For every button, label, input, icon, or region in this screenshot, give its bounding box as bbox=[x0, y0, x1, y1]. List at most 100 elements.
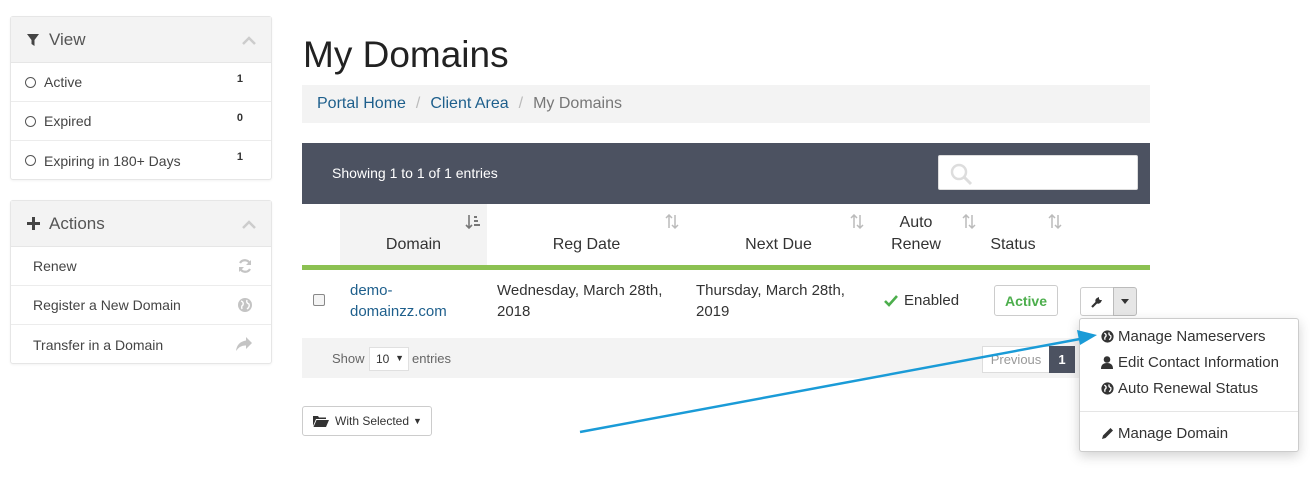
actions-panel-title: Actions bbox=[49, 213, 105, 233]
menu-item-manage-nameservers[interactable]: Manage Nameservers bbox=[1100, 328, 1266, 345]
header-underline bbox=[302, 265, 1150, 270]
next-due-cell: Thursday, March 28th, 2019 bbox=[696, 280, 845, 322]
column-label-line1: Auto bbox=[899, 214, 933, 231]
sort-active-icon bbox=[465, 214, 481, 234]
view-filter-count: 1 bbox=[236, 73, 243, 85]
menu-divider bbox=[1080, 411, 1298, 412]
user-icon bbox=[1100, 356, 1114, 369]
caret-down-icon: ▼ bbox=[395, 353, 404, 363]
search-icon bbox=[949, 162, 975, 191]
column-header-next-due[interactable]: Next Due bbox=[686, 204, 871, 270]
entries-info: Showing 1 to 1 of 1 entries bbox=[332, 165, 498, 181]
next-due-line2: 2019 bbox=[696, 303, 730, 320]
action-label: Register a New Domain bbox=[33, 297, 181, 313]
sort-icon bbox=[961, 213, 977, 234]
reg-date-cell: Wednesday, March 28th, 2018 bbox=[497, 280, 662, 322]
next-due-line1: Thursday, March 28th, bbox=[696, 282, 845, 299]
chevron-up-icon[interactable] bbox=[241, 215, 257, 235]
actions-panel-header[interactable]: Actions bbox=[11, 201, 271, 247]
table-toolbar: Showing 1 to 1 of 1 entries bbox=[302, 143, 1150, 204]
breadcrumb-client-area[interactable]: Client Area bbox=[430, 95, 508, 113]
share-icon bbox=[235, 336, 253, 355]
radio-icon bbox=[25, 155, 36, 166]
view-filter-expiring[interactable]: Expiring in 180+ Days 1 bbox=[11, 141, 271, 180]
page-title: My Domains bbox=[303, 34, 509, 75]
page-length-value: 10 bbox=[376, 352, 390, 366]
view-filter-label: Expired bbox=[44, 113, 92, 129]
globe-icon bbox=[1100, 382, 1114, 395]
sort-icon bbox=[1047, 213, 1063, 234]
menu-item-label: Auto Renewal Status bbox=[1118, 380, 1259, 397]
chevron-up-icon[interactable] bbox=[241, 31, 257, 51]
check-icon bbox=[884, 294, 898, 307]
action-transfer-domain[interactable]: Transfer in a Domain bbox=[11, 325, 271, 364]
column-header-domain[interactable]: Domain bbox=[340, 204, 487, 270]
previous-page-button[interactable]: Previous bbox=[982, 346, 1050, 373]
menu-item-auto-renewal[interactable]: Auto Renewal Status bbox=[1100, 380, 1258, 397]
search-input[interactable] bbox=[938, 155, 1138, 190]
show-label: Show bbox=[332, 351, 365, 366]
breadcrumb-separator: / bbox=[518, 95, 524, 112]
view-panel-title: View bbox=[49, 29, 86, 49]
manage-dropdown-menu: Manage Nameservers Edit Contact Informat… bbox=[1079, 318, 1299, 452]
column-header-status[interactable]: Status bbox=[983, 204, 1069, 270]
column-label: Next Due bbox=[745, 236, 812, 253]
actions-panel: Actions Renew Register a New Domain Tran… bbox=[10, 200, 272, 364]
menu-item-label: Edit Contact Information bbox=[1118, 354, 1279, 371]
entries-label: entries bbox=[412, 351, 452, 366]
wrench-icon bbox=[1090, 295, 1104, 309]
view-filter-active[interactable]: Active 1 bbox=[11, 63, 271, 102]
column-label: Domain bbox=[385, 236, 442, 253]
breadcrumb-current: My Domains bbox=[533, 95, 622, 112]
page-length-select[interactable]: 10 ▼ bbox=[369, 347, 409, 371]
view-filter-expired[interactable]: Expired 0 bbox=[11, 102, 271, 141]
auto-renew-cell: Enabled bbox=[884, 290, 959, 311]
action-label: Transfer in a Domain bbox=[33, 336, 164, 353]
globe-icon bbox=[237, 297, 253, 316]
menu-item-edit-contact[interactable]: Edit Contact Information bbox=[1100, 354, 1279, 371]
page-number-button[interactable]: 1 bbox=[1049, 346, 1075, 373]
domain-line2: domainzz.com bbox=[350, 303, 447, 320]
column-label: Status bbox=[990, 236, 1036, 253]
folder-open-icon bbox=[313, 415, 329, 427]
with-selected-button[interactable]: With Selected ▼ bbox=[302, 406, 432, 436]
globe-icon bbox=[1100, 330, 1114, 343]
domain-line1: demo- bbox=[350, 282, 393, 299]
row-checkbox[interactable] bbox=[313, 294, 325, 306]
action-register-domain[interactable]: Register a New Domain bbox=[11, 286, 271, 325]
manage-button[interactable] bbox=[1080, 287, 1114, 316]
status-badge: Active bbox=[994, 285, 1058, 316]
filter-icon bbox=[25, 33, 41, 47]
column-label-line2: Renew bbox=[891, 236, 941, 253]
caret-down-icon: ▼ bbox=[413, 416, 422, 426]
view-panel: View Active 1 Expired 0 Expiring in 180+… bbox=[10, 16, 272, 180]
menu-item-label: Manage Nameservers bbox=[1118, 328, 1266, 345]
plus-icon bbox=[25, 217, 41, 230]
radio-icon bbox=[25, 76, 36, 88]
auto-renew-value: Enabled bbox=[904, 292, 960, 309]
menu-item-label: Manage Domain bbox=[1118, 425, 1229, 442]
view-filter-label: Expiring in 180+ Days bbox=[44, 152, 181, 169]
manage-dropdown-toggle[interactable] bbox=[1113, 287, 1137, 316]
refresh-icon bbox=[237, 258, 253, 277]
pencil-icon bbox=[1100, 427, 1114, 440]
breadcrumb: Portal Home / Client Area / My Domains bbox=[302, 85, 1150, 123]
view-filter-label: Active bbox=[44, 74, 83, 90]
breadcrumb-portal-home[interactable]: Portal Home bbox=[317, 95, 406, 113]
view-panel-header[interactable]: View bbox=[11, 17, 271, 63]
view-filter-count: 0 bbox=[236, 112, 243, 124]
caret-down-icon bbox=[1121, 299, 1129, 304]
action-renew[interactable]: Renew bbox=[11, 247, 271, 286]
column-header-reg-date[interactable]: Reg Date bbox=[487, 204, 686, 270]
breadcrumb-separator: / bbox=[415, 95, 421, 112]
action-label: Renew bbox=[33, 258, 77, 274]
view-filter-count: 1 bbox=[236, 151, 243, 163]
with-selected-label: With Selected bbox=[335, 414, 410, 428]
column-label: Reg Date bbox=[552, 236, 621, 253]
sort-icon bbox=[664, 213, 680, 234]
reg-date-line2: 2018 bbox=[497, 303, 531, 320]
menu-item-manage-domain[interactable]: Manage Domain bbox=[1100, 425, 1228, 442]
table-footer: Show 10 ▼ entries Previous 1 bbox=[302, 338, 1150, 378]
reg-date-line1: Wednesday, March 28th, bbox=[497, 282, 663, 299]
domain-link[interactable]: demo- domainzz.com bbox=[350, 280, 447, 322]
